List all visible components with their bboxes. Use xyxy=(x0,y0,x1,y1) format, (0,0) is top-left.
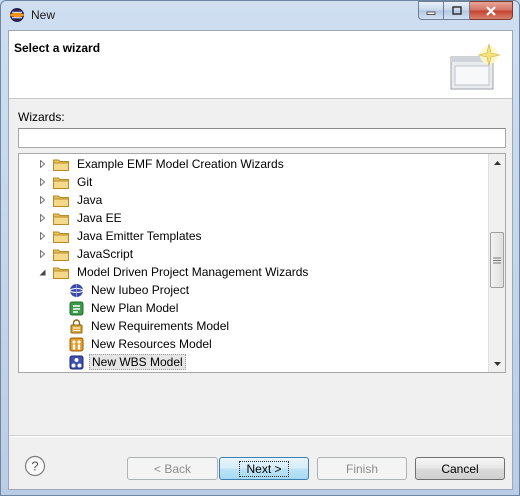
collapse-arrow-icon xyxy=(39,269,45,275)
tree-item-label: Java Emitter Templates xyxy=(77,229,202,243)
tree-folder-row[interactable]: Git xyxy=(37,173,94,191)
scroll-thumb[interactable] xyxy=(490,232,504,288)
button-bar-separator xyxy=(9,435,512,437)
next-button-label: Next > xyxy=(239,460,289,477)
next-button[interactable]: Next > xyxy=(219,457,309,480)
folder-icon xyxy=(53,267,69,279)
maximize-button[interactable] xyxy=(444,1,470,20)
new-wizard-window: New Select a wizard Wizards: Example EMF… xyxy=(0,0,520,496)
tree-wizard-row[interactable]: New Iubeo Project xyxy=(69,281,191,299)
finish-button[interactable]: Finish xyxy=(317,457,407,480)
plan-model-icon xyxy=(69,301,84,315)
scroll-down-button[interactable] xyxy=(489,355,505,372)
maximize-icon xyxy=(451,6,462,15)
back-button[interactable]: < Back xyxy=(127,457,218,480)
folder-icon xyxy=(53,159,69,171)
tree-item-label: Example EMF Model Creation Wizards xyxy=(77,157,284,171)
tree-folder-row[interactable]: Example EMF Model Creation Wizards xyxy=(37,155,286,173)
tree-folder-row[interactable]: Java xyxy=(37,191,104,209)
scroll-up-button[interactable] xyxy=(489,154,505,171)
tree-folder-row[interactable]: Model Driven Project Management Wizards xyxy=(37,263,310,281)
tree-vertical-scrollbar[interactable] xyxy=(488,154,505,372)
wizards-filter-label: Wizards: xyxy=(18,110,65,124)
arrow-up-icon xyxy=(493,160,501,165)
new-wizard-graphic-icon xyxy=(450,43,501,90)
expand-arrow-icon xyxy=(39,178,45,186)
help-icon[interactable]: ? xyxy=(24,455,46,477)
wizard-tree[interactable]: Example EMF Model Creation Wizards Git Jav… xyxy=(18,153,506,373)
tree-item-label: Git xyxy=(77,175,93,189)
tree-twisty[interactable] xyxy=(37,191,47,209)
tree-item-label: New Plan Model xyxy=(91,301,179,315)
tree-folder-row[interactable]: JavaScript xyxy=(37,245,135,263)
grip-icon xyxy=(493,257,501,263)
tree-folder-row[interactable]: Java EE xyxy=(37,209,124,227)
title-bar[interactable]: New xyxy=(1,1,519,29)
tree-item-label: Java EE xyxy=(77,211,122,225)
banner-title: Select a wizard xyxy=(14,41,101,55)
tree-twisty[interactable] xyxy=(37,245,47,263)
minimize-icon xyxy=(426,11,436,15)
tree-item-label: Java xyxy=(77,193,103,207)
tree-twisty[interactable] xyxy=(37,263,47,281)
arrow-down-icon xyxy=(493,361,501,366)
tree-item-label: New Iubeo Project xyxy=(91,283,190,297)
wbs-model-icon xyxy=(69,355,84,369)
minimize-button[interactable] xyxy=(418,1,444,20)
dialog-client-area: Select a wizard Wizards: Example EMF Mod… xyxy=(8,30,513,490)
tree-item-label: New Resources Model xyxy=(91,337,212,351)
folder-icon xyxy=(53,249,69,261)
expand-arrow-icon xyxy=(39,250,45,258)
requirements-model-icon xyxy=(70,318,83,333)
tree-wizard-row[interactable]: New Plan Model xyxy=(69,299,180,317)
close-button[interactable] xyxy=(470,1,513,20)
expand-arrow-icon xyxy=(39,196,45,204)
cancel-button[interactable]: Cancel xyxy=(415,457,505,480)
folder-icon xyxy=(53,195,69,207)
tree-twisty[interactable] xyxy=(37,227,47,245)
svg-text:?: ? xyxy=(31,459,38,474)
tree-item-label: New Requirements Model xyxy=(91,319,230,333)
tree-twisty[interactable] xyxy=(37,155,47,173)
wizards-filter-input[interactable] xyxy=(18,128,506,148)
tree-twisty[interactable] xyxy=(37,173,47,191)
tree-item-label: JavaScript xyxy=(77,247,134,261)
window-title: New xyxy=(31,8,56,22)
expand-arrow-icon xyxy=(39,232,45,240)
folder-icon xyxy=(53,231,69,243)
tree-item-label: Model Driven Project Management Wizards xyxy=(77,265,309,279)
expand-arrow-icon xyxy=(39,160,45,168)
tree-wizard-row[interactable]: New Requirements Model xyxy=(69,317,231,335)
tree-folder-row[interactable]: Java Emitter Templates xyxy=(37,227,204,245)
tree-wizard-row[interactable]: New Resources Model xyxy=(69,335,214,353)
tree-item-label: New WBS Model xyxy=(89,354,186,370)
folder-icon xyxy=(53,177,69,189)
tree-twisty[interactable] xyxy=(37,209,47,227)
finish-button-label: Finish xyxy=(345,461,378,476)
globe-icon xyxy=(69,283,84,297)
title-banner: Select a wizard xyxy=(9,31,512,99)
close-icon xyxy=(486,5,496,16)
expand-arrow-icon xyxy=(39,214,45,222)
folder-icon xyxy=(53,213,69,225)
tree-wizard-row[interactable]: New WBS Model xyxy=(69,353,186,371)
back-button-label: < Back xyxy=(153,461,192,476)
cancel-button-label: Cancel xyxy=(441,461,479,476)
eclipse-icon xyxy=(10,8,24,22)
resources-model-icon xyxy=(69,337,84,351)
